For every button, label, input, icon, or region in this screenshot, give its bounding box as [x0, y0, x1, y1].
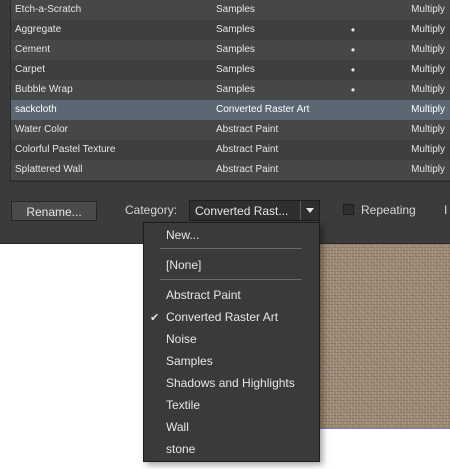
row-category: Abstract Paint	[216, 124, 279, 135]
row-name: Colorful Pastel Texture	[15, 144, 116, 155]
row-blend-mode: Multiply	[411, 4, 445, 15]
checkmark-icon: ✔	[150, 312, 160, 324]
menu-item-stone[interactable]: stone	[166, 442, 195, 456]
menu-item-textile[interactable]: Textile	[166, 398, 200, 412]
row-blend-mode: Multiply	[411, 144, 445, 155]
menu-item-samples[interactable]: Samples	[166, 354, 213, 368]
rename-button[interactable]: Rename...	[11, 201, 97, 221]
row-blend-mode: Multiply	[411, 24, 445, 35]
menu-separator	[160, 279, 302, 280]
row-indicator-dot: •	[350, 23, 356, 37]
row-category: Samples	[216, 64, 255, 75]
table-row[interactable]: Bubble Wrap Samples • Multiply	[11, 80, 450, 100]
row-blend-mode: Multiply	[411, 64, 445, 75]
category-dropdown[interactable]: Converted Rast...	[189, 200, 320, 221]
chevron-down-icon	[306, 208, 314, 213]
table-row[interactable]: Etch-a-Scratch Samples Multiply	[11, 0, 450, 20]
table-row[interactable]: Aggregate Samples • Multiply	[11, 20, 450, 40]
texture-settings-panel: Etch-a-Scratch Samples Multiply Aggregat…	[0, 0, 450, 244]
row-name: Water Color	[15, 124, 68, 135]
menu-item-noise[interactable]: Noise	[166, 332, 197, 346]
row-name: Bubble Wrap	[15, 84, 73, 95]
row-category: Samples	[216, 84, 255, 95]
table-row[interactable]: Water Color Abstract Paint Multiply	[11, 120, 450, 140]
row-name: Cement	[15, 44, 51, 55]
row-category: Abstract Paint	[216, 164, 279, 175]
table-row[interactable]: Carpet Samples • Multiply	[11, 60, 450, 80]
row-name: Etch-a-Scratch	[15, 4, 82, 15]
texture-list: Etch-a-Scratch Samples Multiply Aggregat…	[10, 0, 450, 182]
menu-item-converted-raster-art[interactable]: Converted Raster Art	[166, 310, 278, 324]
row-blend-mode: Multiply	[411, 44, 445, 55]
row-indicator-dot: •	[350, 63, 356, 77]
category-dropdown-menu: New... [None] Abstract Paint ✔ Converted…	[143, 222, 320, 462]
menu-item-none[interactable]: [None]	[166, 258, 201, 272]
menu-item-abstract-paint[interactable]: Abstract Paint	[166, 288, 241, 302]
texture-preview	[318, 244, 450, 428]
repeating-checkbox[interactable]	[343, 204, 354, 215]
menu-item-shadows-and-highlights[interactable]: Shadows and Highlights	[166, 376, 295, 390]
row-indicator-dot: •	[350, 43, 356, 57]
table-row[interactable]: Colorful Pastel Texture Abstract Paint M…	[11, 140, 450, 160]
row-blend-mode: Multiply	[411, 104, 445, 115]
row-blend-mode: Multiply	[411, 124, 445, 135]
dropdown-toggle[interactable]	[300, 201, 319, 220]
row-indicator-dot: •	[350, 83, 356, 97]
row-name: Carpet	[15, 64, 46, 75]
row-category: Samples	[216, 4, 255, 15]
menu-separator	[160, 248, 302, 249]
menu-item-new[interactable]: New...	[166, 228, 199, 242]
category-selected-value: Converted Rast...	[195, 204, 289, 218]
category-label: Category:	[125, 203, 178, 217]
row-category: Samples	[216, 24, 255, 35]
table-row[interactable]: Splattered Wall Abstract Paint Multiply	[11, 160, 450, 180]
row-name: sackcloth	[15, 104, 57, 115]
row-category: Samples	[216, 44, 255, 55]
row-blend-mode: Multiply	[411, 84, 445, 95]
preview-border-line	[318, 428, 450, 429]
repeating-label: Repeating	[361, 203, 416, 217]
row-name: Aggregate	[15, 24, 62, 35]
row-blend-mode: Multiply	[411, 164, 445, 175]
table-row[interactable]: Cement Samples • Multiply	[11, 40, 450, 60]
table-row-selected[interactable]: sackcloth Converted Raster Art Multiply	[11, 100, 450, 120]
row-category: Converted Raster Art	[216, 104, 310, 115]
row-category: Abstract Paint	[216, 144, 279, 155]
truncated-label: I	[444, 203, 448, 217]
menu-item-wall[interactable]: Wall	[166, 420, 189, 434]
row-name: Splattered Wall	[15, 164, 83, 175]
